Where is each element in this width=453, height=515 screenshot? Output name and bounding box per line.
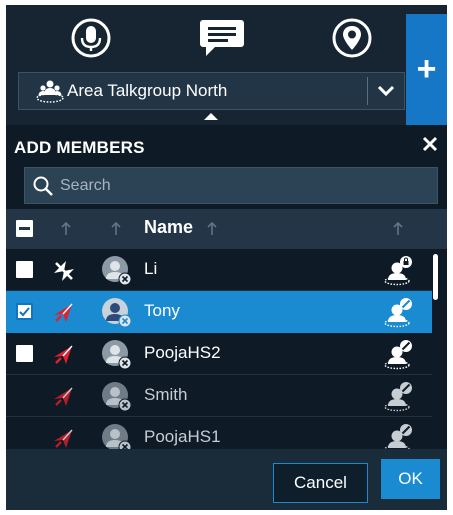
search-icon — [29, 172, 57, 200]
member-name: Smith — [144, 385, 188, 404]
scrollbar[interactable] — [432, 249, 440, 449]
chat-message-icon — [200, 20, 244, 56]
table-header: Name — [6, 209, 447, 249]
talkgroup-select[interactable]: Area Talkgroup North — [18, 72, 405, 110]
panel-title: ADD MEMBERS — [14, 138, 145, 157]
ok-button[interactable]: OK — [381, 459, 440, 499]
row-checkbox[interactable] — [16, 261, 33, 278]
close-button[interactable] — [419, 133, 441, 155]
table-row[interactable]: Li — [6, 249, 432, 291]
presence-busy-icon — [384, 298, 412, 328]
red-radio-icon — [54, 429, 73, 448]
cancel-button[interactable]: Cancel — [273, 463, 368, 503]
search-input[interactable] — [57, 176, 410, 195]
red-radio-icon — [54, 387, 73, 406]
presence-busy-icon — [384, 340, 412, 370]
add-button[interactable]: + — [406, 14, 447, 125]
close-icon — [422, 136, 438, 152]
add-members-panel: ADD MEMBERS Name — [6, 125, 447, 510]
microphone-icon — [71, 18, 111, 58]
sort-arrow-icon[interactable] — [60, 222, 72, 236]
checkmark-icon — [19, 307, 30, 317]
avatar-icon — [102, 256, 132, 286]
chevron-down-icon[interactable] — [368, 73, 404, 109]
lock-icon — [384, 256, 412, 286]
table-row[interactable]: PoojaHS1 — [6, 417, 432, 449]
row-checkbox[interactable] — [16, 345, 33, 362]
app-frame: Area Talkgroup North + ADD MEMBERS Searc… — [6, 5, 447, 510]
sort-arrow-icon[interactable] — [392, 222, 404, 236]
grey-offline-icon — [54, 261, 74, 281]
avatar-icon — [102, 382, 132, 412]
popover-caret — [204, 113, 218, 120]
member-name: PoojaHS2 — [144, 343, 221, 362]
presence-busy-icon — [384, 424, 412, 449]
table-row[interactable]: Tony — [6, 291, 432, 333]
member-name: Tony — [144, 301, 180, 320]
red-radio-icon — [54, 345, 73, 364]
search-box — [24, 167, 438, 204]
dialog-footer: Cancel OK — [6, 449, 447, 510]
member-name: Li — [144, 259, 158, 278]
members-list: Li Tony PoojaHS2 Smith PoojaHS1 — [6, 249, 432, 449]
plus-icon: + — [416, 50, 437, 88]
talkgroup-area-icon — [35, 76, 65, 106]
scrollbar-thumb[interactable] — [433, 254, 438, 300]
select-all-checkbox[interactable] — [16, 220, 33, 237]
avatar-icon — [102, 298, 132, 328]
tab-location[interactable] — [322, 15, 382, 61]
presence-busy-icon — [384, 382, 412, 412]
column-name-header[interactable]: Name — [144, 217, 193, 238]
table-row[interactable]: PoojaHS2 — [6, 333, 432, 375]
avatar-icon — [102, 340, 132, 370]
member-name: PoojaHS1 — [144, 427, 221, 446]
sort-arrow-icon[interactable] — [110, 222, 122, 236]
location-pin-icon — [332, 18, 372, 58]
tab-voice[interactable] — [61, 15, 121, 61]
talkgroup-label: Area Talkgroup North — [67, 81, 228, 100]
tab-messages[interactable] — [192, 15, 252, 61]
sort-arrow-icon[interactable] — [206, 222, 218, 236]
table-row[interactable]: Smith — [6, 375, 432, 417]
red-radio-icon — [54, 303, 73, 322]
avatar-icon — [102, 424, 132, 449]
row-checkbox[interactable] — [16, 303, 33, 320]
top-toolbar: Area Talkgroup North + — [6, 5, 447, 125]
